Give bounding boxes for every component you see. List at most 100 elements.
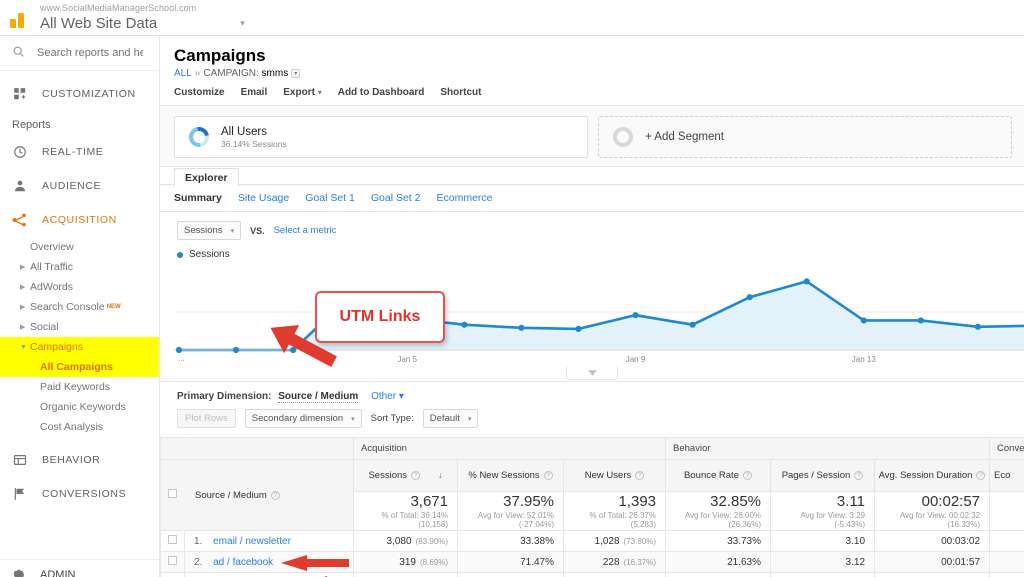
column-header-pages-session[interactable]: Pages / Session? <box>770 459 876 492</box>
tab-ecommerce[interactable]: Ecommerce <box>436 192 492 204</box>
chart-collapse-handle[interactable] <box>566 367 618 380</box>
help-icon[interactable]: ? <box>635 471 645 480</box>
primary-dimension-value[interactable]: Source / Medium <box>278 391 359 403</box>
google-analytics-logo-icon <box>0 0 40 36</box>
row-checkbox-cell[interactable] <box>160 572 185 577</box>
sidebar-item-adwords[interactable]: ▶ AdWords <box>0 277 159 297</box>
column-header-avg-session-duration[interactable]: Avg. Session Duration? <box>874 459 991 492</box>
row-dimension[interactable]: 1. email / newsletter <box>184 530 354 552</box>
new-badge: NEW <box>106 304 121 310</box>
help-icon[interactable]: ? <box>854 471 864 480</box>
account-bar: www.SocialMediaManagerSchool.com All Web… <box>0 0 1024 36</box>
sidebar-item-admin[interactable]: ADMIN <box>0 560 159 577</box>
customize-button[interactable]: Customize <box>174 87 225 98</box>
sidebar-item-real-time[interactable]: REAL-TIME <box>0 135 159 169</box>
select-a-metric-link[interactable]: Select a metric <box>274 225 337 236</box>
shortcut-button[interactable]: Shortcut <box>440 87 481 98</box>
tab-goal-set-2[interactable]: Goal Set 2 <box>371 192 421 204</box>
account-selector[interactable]: www.SocialMediaManagerSchool.com All Web… <box>40 3 196 32</box>
svg-text:Jan 9: Jan 9 <box>626 355 646 364</box>
sidebar-search[interactable] <box>0 36 159 71</box>
group-header-conversions: Conve <box>989 437 1024 460</box>
sidebar-item-conversions[interactable]: CONVERSIONS <box>0 477 159 511</box>
sort-descending-icon[interactable]: ↓ <box>438 470 443 480</box>
tab-site-usage[interactable]: Site Usage <box>238 192 289 204</box>
help-icon[interactable]: ? <box>543 471 553 480</box>
secondary-dimension-select[interactable]: Secondary dimension ▾ <box>244 409 362 428</box>
row-new-sessions-pct: 53.19% <box>457 572 564 577</box>
sidebar-item-audience[interactable]: AUDIENCE <box>0 169 159 203</box>
help-icon[interactable]: ? <box>976 471 986 480</box>
row-checkbox-cell[interactable] <box>160 551 185 573</box>
export-button[interactable]: Export ▾ <box>283 87 321 98</box>
segment-donut-icon <box>185 123 213 151</box>
explorer-subtabs: Summary Site Usage Goal Set 1 Goal Set 2… <box>160 185 1024 212</box>
column-header-ecommerce[interactable]: Eco <box>989 459 1024 492</box>
segment-title: All Users <box>221 125 268 138</box>
column-header-source-medium[interactable]: Source / Medium? <box>184 459 354 531</box>
row-bounce-rate: 34.04% <box>665 572 772 577</box>
table-row[interactable]: 1. email / newsletter 3,080 (83.90%) 33.3… <box>160 530 1024 552</box>
row-checkbox[interactable] <box>168 556 177 565</box>
tab-goal-set-1[interactable]: Goal Set 1 <box>305 192 355 204</box>
chevron-right-icon: ▶ <box>20 324 26 331</box>
group-header-blank <box>160 437 185 460</box>
column-header-bounce-rate[interactable]: Bounce Rate? <box>665 459 772 492</box>
metric-select[interactable]: Sessions ▾ <box>177 221 242 240</box>
chevron-down-icon: ▾ <box>230 227 235 235</box>
search-input[interactable] <box>35 46 145 60</box>
table-controls-row: Plot Rows Secondary dimension ▾ Sort Typ… <box>160 409 1024 437</box>
sidebar-sub-label: Overview <box>30 241 74 253</box>
table-row[interactable]: 2. ad / facebook 319 (8.69%) 71.47% 228 (1… <box>160 551 1024 573</box>
sidebar-item-search-console[interactable]: ▶ Search Console NEW <box>0 297 159 317</box>
sidebar-item-organic-keywords[interactable]: Organic Keywords <box>0 397 159 417</box>
row-ecommerce <box>989 551 1024 573</box>
select-all-checkbox[interactable] <box>168 489 177 498</box>
sidebar-item-acquisition[interactable]: ACQUISITION <box>0 203 159 237</box>
sidebar-item-all-traffic[interactable]: ▶ All Traffic <box>0 257 159 277</box>
sidebar-item-social[interactable]: ▶ Social <box>0 317 159 337</box>
column-header-new-sessions-pct[interactable]: % New Sessions? <box>457 459 564 492</box>
explorer-tab-row: Explorer <box>160 167 1024 187</box>
breadcrumb-root[interactable]: ALL <box>174 68 192 79</box>
help-icon[interactable]: ? <box>270 490 280 500</box>
help-icon[interactable]: ? <box>742 471 752 480</box>
email-button[interactable]: Email <box>241 87 268 98</box>
add-segment-button[interactable]: + Add Segment <box>598 116 1012 158</box>
row-index: 2. <box>194 556 203 568</box>
help-icon[interactable]: ? <box>411 471 421 480</box>
page-title: Campaigns <box>174 46 266 65</box>
account-caret-icon[interactable]: ▾ <box>240 18 245 35</box>
segment-all-users[interactable]: All Users 36.14% Sessions <box>174 116 588 158</box>
row-link[interactable]: ad / facebook <box>213 557 273 568</box>
row-checkbox-cell[interactable] <box>160 530 185 552</box>
tab-explorer[interactable]: Explorer <box>174 168 239 187</box>
sort-type-select[interactable]: Default ▾ <box>422 409 479 428</box>
sidebar-item-all-campaigns[interactable]: All Campaigns <box>0 357 159 377</box>
sidebar-sub-label: Campaigns <box>30 341 84 353</box>
sidebar-footer-label: ADMIN <box>40 569 76 577</box>
row-ecommerce <box>989 572 1024 577</box>
sidebar-item-overview[interactable]: Overview <box>0 237 159 257</box>
sidebar-item-behavior[interactable]: BEHAVIOR <box>0 443 159 477</box>
row-dimension[interactable]: 2. ad / facebook <box>184 551 354 573</box>
other-dimension-link[interactable]: Other ▾ <box>371 391 404 402</box>
summary-avg-session-duration: 00:02:57 Avg for View: 00:02:32 (16.33%) <box>874 491 991 531</box>
behavior-icon <box>12 452 28 468</box>
select-all-checkbox-cell[interactable] <box>160 459 185 531</box>
sidebar-item-customization[interactable]: CUSTOMIZATION <box>0 77 159 111</box>
breadcrumb: ALL» CAMPAIGN: smms ▾ <box>174 68 1024 79</box>
row-sessions: 235(6.40%) <box>353 572 458 577</box>
column-header-new-users[interactable]: New Users? <box>562 459 667 492</box>
row-link[interactable]: email / newsletter <box>213 536 291 547</box>
column-header-sessions[interactable]: Sessions? ↓ <box>353 459 458 492</box>
plot-rows-button[interactable]: Plot Rows <box>177 409 236 428</box>
sidebar-item-campaigns[interactable]: ▼ Campaigns <box>0 337 159 357</box>
tab-summary[interactable]: Summary <box>174 192 222 204</box>
row-checkbox[interactable] <box>168 535 177 544</box>
add-to-dashboard-button[interactable]: Add to Dashboard <box>338 87 425 98</box>
group-header-acquisition: Acquisition <box>352 437 667 460</box>
breadcrumb-caret-icon[interactable]: ▾ <box>291 69 301 78</box>
sidebar-item-paid-keywords[interactable]: Paid Keywords <box>0 377 159 397</box>
sidebar-item-cost-analysis[interactable]: Cost Analysis <box>0 417 159 437</box>
